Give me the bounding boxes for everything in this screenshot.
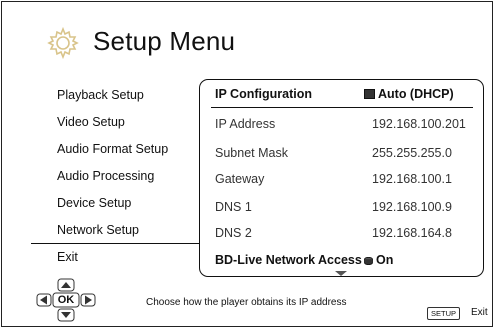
- menu-item-exit[interactable]: Exit: [57, 250, 78, 264]
- option-square-icon: [364, 89, 375, 99]
- scroll-down-arrow-icon[interactable]: [335, 271, 347, 276]
- menu-item-network-setup[interactable]: Network Setup: [57, 223, 139, 237]
- bd-live-network-access-label[interactable]: BD-Live Network Access: [215, 253, 362, 267]
- ip-address-label: IP Address: [215, 117, 276, 131]
- menu-item-audio-processing[interactable]: Audio Processing: [57, 169, 154, 183]
- ok-button-label[interactable]: OK: [53, 294, 79, 306]
- menu-item-device-setup[interactable]: Device Setup: [57, 196, 131, 210]
- bd-live-network-access-value-text: On: [376, 253, 394, 267]
- ip-configuration-value-text: Auto (DHCP): [378, 87, 454, 101]
- gateway-value: 192.168.100.1: [372, 172, 452, 186]
- option-drum-icon: [364, 257, 373, 265]
- dns2-value: 192.168.164.8: [372, 226, 452, 240]
- gateway-label: Gateway: [215, 172, 265, 186]
- ip-configuration-label[interactable]: IP Configuration: [215, 87, 312, 101]
- dns1-value: 192.168.100.9: [372, 200, 452, 214]
- exit-hint-label: Exit: [471, 307, 488, 318]
- menu-item-playback-setup[interactable]: Playback Setup: [57, 88, 144, 102]
- dns2-label: DNS 2: [215, 226, 252, 240]
- page-title: Setup Menu: [93, 26, 236, 56]
- menu-item-video-setup[interactable]: Video Setup: [57, 115, 125, 129]
- menu-selection-underline: [31, 243, 199, 244]
- subnet-mask-label: Subnet Mask: [215, 146, 288, 160]
- ip-configuration-value[interactable]: Auto (DHCP): [364, 87, 454, 101]
- row-selection-underline: [211, 107, 473, 108]
- bd-live-network-access-value[interactable]: On: [364, 253, 393, 267]
- gear-icon: [47, 26, 79, 60]
- subnet-mask-value: 255.255.255.0: [372, 146, 452, 160]
- dns1-label: DNS 1: [215, 200, 252, 214]
- setup-key-badge[interactable]: SETUP: [427, 307, 461, 320]
- ip-address-value: 192.168.100.201: [372, 117, 466, 131]
- help-text: Choose how the player obtains its IP add…: [146, 297, 347, 308]
- menu-item-audio-format-setup[interactable]: Audio Format Setup: [57, 142, 168, 156]
